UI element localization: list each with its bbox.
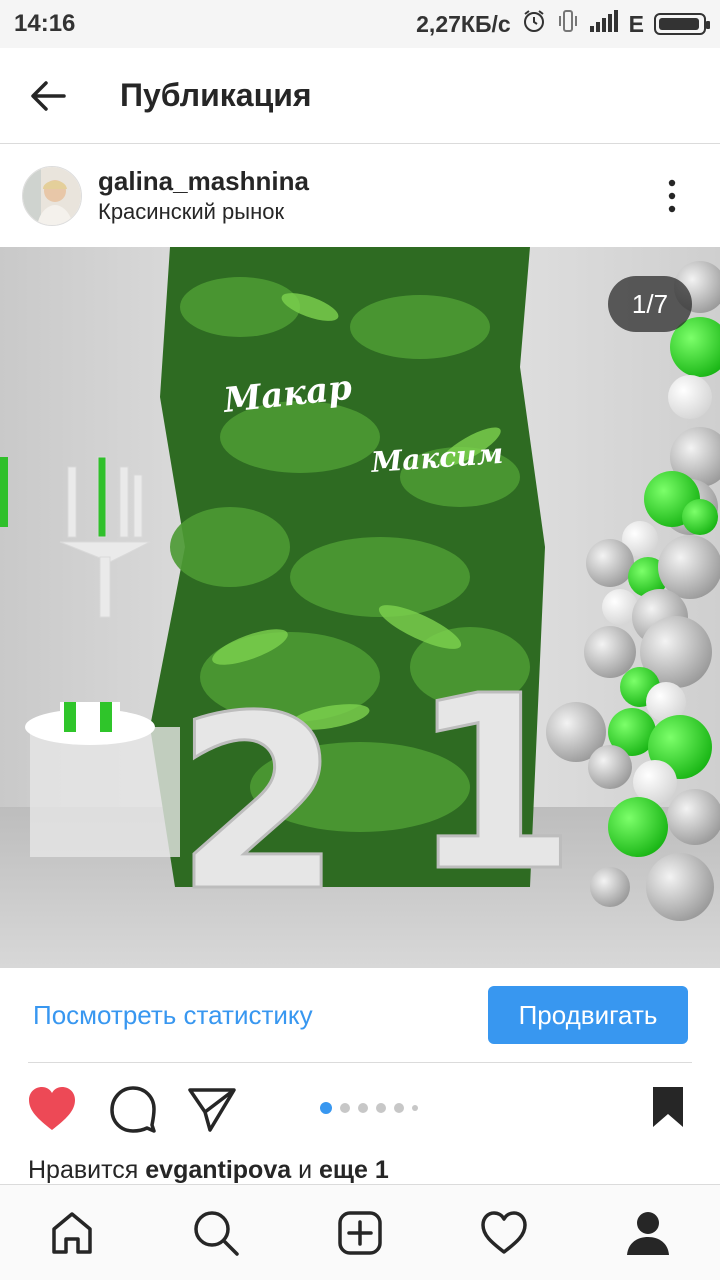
- photo-number-1: 1: [410, 644, 577, 924]
- carousel-dot: [412, 1105, 418, 1111]
- comment-icon: [110, 1086, 156, 1133]
- app-header: Публикация: [0, 48, 720, 144]
- carousel-dots: [320, 1102, 418, 1114]
- carousel-dot: [394, 1103, 404, 1113]
- signal-icon: [589, 9, 619, 39]
- bottom-nav: [0, 1184, 720, 1280]
- nav-home[interactable]: [24, 1185, 120, 1280]
- username[interactable]: galina_mashnina: [98, 165, 309, 197]
- divider: [28, 1062, 692, 1063]
- alarm-icon: [521, 8, 547, 40]
- search-icon: [194, 1210, 239, 1256]
- nav-profile[interactable]: [600, 1185, 696, 1280]
- nav-search[interactable]: [168, 1185, 264, 1280]
- status-bar: 14:16 2,27КБ/с E: [0, 0, 720, 48]
- status-time: 14:16: [14, 10, 76, 37]
- home-icon: [52, 1211, 92, 1254]
- kebab-menu-icon: [668, 179, 676, 213]
- activity-icon: [481, 1210, 527, 1254]
- page-title: Публикация: [120, 77, 312, 113]
- battery-icon: [654, 13, 710, 35]
- bookmark-icon: [653, 1087, 683, 1127]
- vibrate-icon: [557, 8, 579, 40]
- comment-button[interactable]: [108, 1084, 158, 1139]
- share-icon: [188, 1088, 236, 1132]
- profile-icon: [627, 1211, 669, 1255]
- carousel-counter: 1/7: [608, 276, 692, 332]
- carousel-dot: [358, 1103, 368, 1113]
- back-button[interactable]: [0, 48, 96, 144]
- post-header: galina_mashnina Красинский рынок: [0, 146, 720, 246]
- carousel-dot: [340, 1103, 350, 1113]
- promote-button[interactable]: Продвигать: [488, 986, 688, 1044]
- likes-middle: и: [291, 1156, 319, 1184]
- save-button[interactable]: [650, 1084, 686, 1135]
- likes-more-link[interactable]: еще 1: [319, 1156, 389, 1184]
- avatar[interactable]: [22, 166, 82, 226]
- arrow-left-icon: [31, 80, 66, 111]
- carousel-dot: [320, 1102, 332, 1114]
- heart-filled-icon: [29, 1087, 75, 1130]
- insights-row: Посмотреть статистику Продвигать: [0, 968, 720, 1062]
- view-stats-link[interactable]: Посмотреть статистику: [33, 1000, 313, 1031]
- like-button[interactable]: [26, 1084, 78, 1139]
- nav-activity[interactable]: [456, 1185, 552, 1280]
- likes-summary: Нравится evgantipova и еще 1: [28, 1156, 389, 1185]
- share-button[interactable]: [186, 1084, 238, 1139]
- carousel-dot: [376, 1103, 386, 1113]
- likes-prefix: Нравится: [28, 1156, 146, 1184]
- new-post-icon: [338, 1210, 382, 1255]
- network-speed: 2,27КБ/с: [416, 10, 511, 37]
- network-type: E: [628, 10, 644, 37]
- post-photo[interactable]: Макар Максим 2 1: [0, 247, 720, 968]
- liker-username[interactable]: evgantipova: [145, 1156, 291, 1184]
- status-icons: 2,27КБ/с E: [416, 8, 710, 40]
- photo-number-2: 2: [175, 664, 342, 944]
- nav-new-post[interactable]: [312, 1185, 408, 1280]
- more-options-button[interactable]: [624, 146, 720, 246]
- location[interactable]: Красинский рынок: [98, 197, 309, 227]
